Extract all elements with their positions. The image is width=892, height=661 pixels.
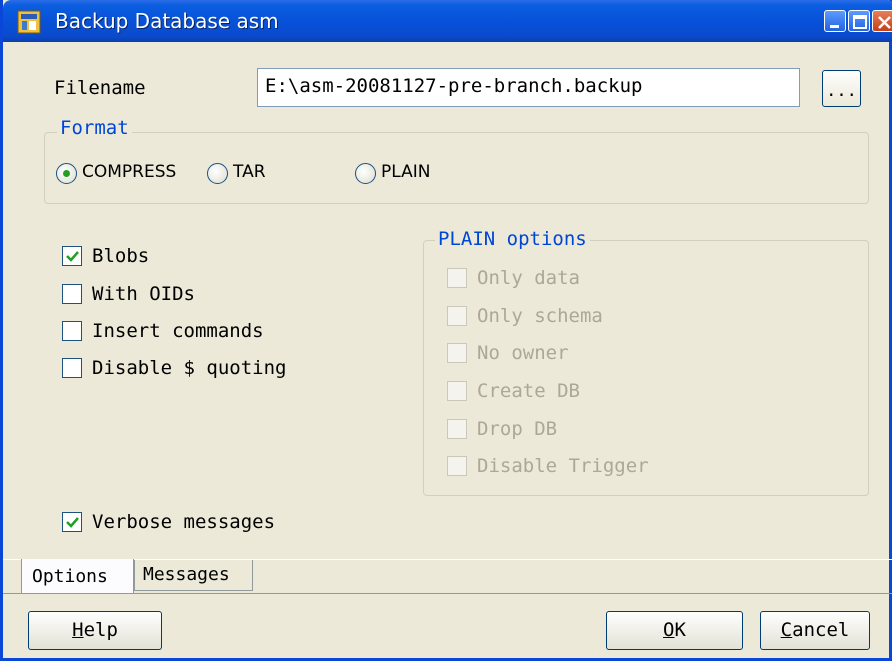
only-schema-checkbox[interactable] — [447, 306, 467, 326]
with-oids-checkbox[interactable] — [62, 284, 82, 304]
filename-input[interactable]: E:\asm-20081127-pre-branch.backup — [257, 68, 800, 107]
disable-quoting-checkbox[interactable] — [62, 358, 82, 378]
drop-db-checkbox[interactable] — [447, 419, 467, 439]
checkmark-icon — [66, 517, 79, 528]
browse-button[interactable]: ... — [822, 70, 861, 107]
tab-messages-label: Messages — [143, 564, 230, 585]
disable-quoting-label[interactable]: Disable $ quoting — [92, 357, 286, 379]
verbose-label[interactable]: Verbose messages — [92, 511, 275, 533]
compress-radio-label[interactable]: COMPRESS — [82, 162, 176, 182]
backup-dialog: Backup Database asm Filename E:\asm-2008… — [0, 0, 892, 661]
insert-commands-checkbox[interactable] — [62, 321, 82, 341]
close-button[interactable] — [872, 10, 892, 32]
help-button[interactable]: Help — [28, 611, 162, 650]
tab-options-label: Options — [32, 566, 108, 587]
plain-options-title: PLAIN options — [435, 228, 590, 250]
window-title: Backup Database asm — [55, 9, 279, 33]
tab-bottom-divider — [3, 593, 892, 594]
tab-options[interactable]: Options — [21, 559, 134, 593]
blobs-checkbox[interactable] — [62, 246, 82, 266]
ok-button[interactable]: OK — [606, 611, 743, 650]
radio-selected-dot — [63, 170, 70, 177]
cancel-label: ancel — [792, 619, 850, 641]
ok-mnemonic: O — [663, 619, 675, 641]
drop-db-label: Drop DB — [477, 418, 558, 440]
filename-label: Filename — [54, 77, 146, 99]
insert-commands-label[interactable]: Insert commands — [92, 320, 264, 342]
app-icon — [17, 10, 41, 34]
ok-label: K — [674, 619, 686, 641]
format-group-title: Format — [57, 117, 132, 139]
minimize-button[interactable] — [824, 10, 846, 32]
verbose-checkbox[interactable] — [62, 512, 82, 532]
no-owner-label: No owner — [477, 342, 569, 364]
disable-trigger-label: Disable Trigger — [477, 455, 649, 477]
with-oids-label[interactable]: With OIDs — [92, 283, 195, 305]
only-data-checkbox[interactable] — [447, 268, 467, 288]
checkmark-icon — [66, 251, 79, 262]
maximize-button[interactable] — [848, 10, 870, 32]
cancel-mnemonic: C — [780, 619, 793, 641]
help-mnemonic: H — [72, 619, 84, 641]
compress-radio[interactable] — [56, 163, 77, 184]
no-owner-checkbox[interactable] — [447, 343, 467, 363]
create-db-checkbox[interactable] — [447, 381, 467, 401]
only-data-label: Only data — [477, 267, 580, 289]
title-bar[interactable]: Backup Database asm — [3, 0, 892, 42]
cancel-button[interactable]: Cancel — [760, 611, 870, 650]
plain-radio-label[interactable]: PLAIN — [381, 162, 430, 182]
tar-radio-label[interactable]: TAR — [233, 162, 266, 182]
help-label: elp — [83, 619, 118, 641]
create-db-label: Create DB — [477, 380, 580, 402]
plain-radio[interactable] — [355, 163, 376, 184]
tab-messages[interactable]: Messages — [134, 560, 253, 591]
disable-trigger-checkbox[interactable] — [447, 456, 467, 476]
only-schema-label: Only schema — [477, 305, 603, 327]
tar-radio[interactable] — [207, 163, 228, 184]
blobs-label[interactable]: Blobs — [92, 245, 149, 267]
